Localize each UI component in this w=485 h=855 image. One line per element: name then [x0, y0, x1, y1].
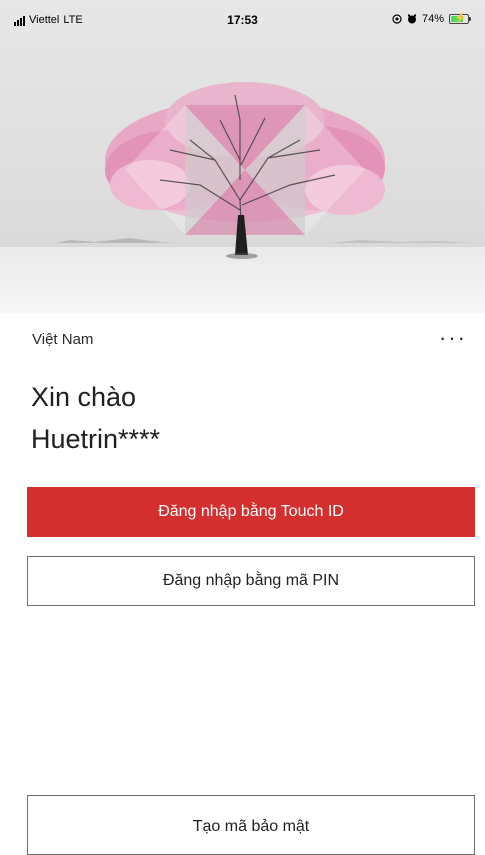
create-security-code-button[interactable]: Tạo mã bảo mật — [27, 795, 475, 855]
masked-username: Huetrin**** — [31, 424, 161, 454]
region-label: Việt Nam — [32, 331, 94, 348]
alarm-icon — [407, 14, 416, 24]
region-row: Việt Nam ··· — [32, 327, 467, 351]
status-right: 74% ⚡ — [392, 13, 471, 25]
more-options-icon[interactable]: ··· — [439, 327, 467, 349]
location-icon — [392, 14, 402, 24]
login-touch-id-button[interactable]: Đăng nhập bằng Touch ID — [27, 487, 475, 537]
login-pin-button[interactable]: Đăng nhập bằng mã PIN — [27, 556, 475, 606]
hero-image — [0, 0, 485, 313]
battery-percent: 74% — [421, 13, 444, 25]
status-bar: Viettel LTE 17:53 74% ⚡ — [0, 0, 485, 30]
charging-bolt-icon: ⚡ — [454, 13, 467, 24]
hero-banner: Viettel LTE 17:53 74% ⚡ — [0, 0, 485, 313]
greeting-text: Xin chào — [31, 382, 137, 412]
battery-charging-icon: ⚡ — [449, 13, 471, 24]
